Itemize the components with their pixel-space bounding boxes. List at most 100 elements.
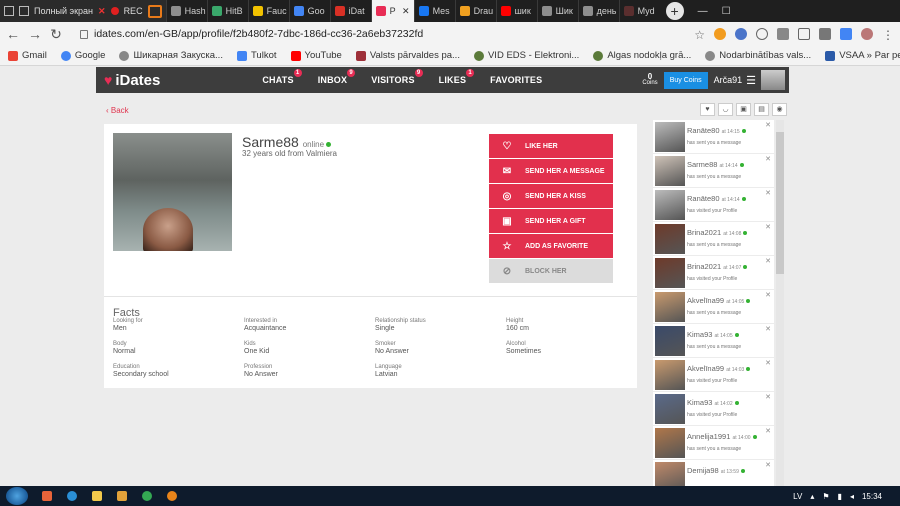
nav-chats[interactable]: CHATS 1	[250, 69, 305, 85]
bookmark-star-icon[interactable]: ☆	[694, 28, 705, 42]
notification-close-icon[interactable]: ✕	[765, 359, 771, 367]
notification-avatar[interactable]	[655, 428, 685, 458]
username[interactable]: Arča91	[714, 75, 743, 85]
add-as-favorite-button[interactable]: ☆ ADD AS FAVORITE	[489, 234, 613, 258]
browser-tab[interactable]: Goo	[288, 0, 330, 22]
notification-item[interactable]: Ranāte80 at 14:15 has sent you a message…	[653, 120, 774, 153]
browser-tab[interactable]: Fauc	[247, 0, 289, 22]
clock[interactable]: 15:34	[862, 492, 882, 501]
notification-avatar[interactable]	[655, 224, 685, 254]
browser-tab[interactable]: iDat	[329, 0, 371, 22]
forward-arrow-icon[interactable]: →	[28, 26, 42, 42]
notification-item[interactable]: Brina2021 at 14:08 has sent you a messag…	[653, 222, 774, 255]
notification-avatar[interactable]	[655, 292, 685, 322]
browser-tab[interactable]: день	[577, 0, 619, 22]
browser-tab[interactable]: Mes	[413, 0, 455, 22]
bookmark-algas[interactable]: Algas nodokļa grā...	[593, 50, 691, 61]
bookmark-nodarbinatibas[interactable]: Nodarbinātības vals...	[705, 50, 811, 61]
flag-icon[interactable]: ⚑	[822, 492, 829, 501]
extension-c-icon[interactable]	[714, 28, 726, 40]
reload-icon[interactable]: ↻	[50, 26, 62, 43]
nav-inbox[interactable]: INBOX 9	[306, 69, 360, 85]
url-field[interactable]: idates.com/en-GB/app/profile/f2b480f2-7d…	[80, 28, 423, 40]
notification-close-icon[interactable]: ✕	[765, 291, 771, 299]
search-extension-icon[interactable]	[756, 28, 768, 40]
filter-gift-icon[interactable]: ▣	[736, 103, 751, 116]
start-button[interactable]	[6, 487, 28, 505]
browser-tab[interactable]: Drau	[454, 0, 496, 22]
site-logo[interactable]: ♥ iDates	[104, 72, 160, 89]
bookmark-youtube[interactable]: YouTube	[290, 50, 342, 61]
filter-eye-icon[interactable]: ◉	[772, 103, 787, 116]
bookmark-vsaa[interactable]: VSAA » Par pensiju...	[825, 50, 900, 61]
back-link[interactable]: ‹ Back	[106, 106, 129, 115]
nav-likes[interactable]: LIKES 1	[427, 69, 479, 85]
notification-avatar[interactable]	[655, 360, 685, 390]
notification-item[interactable]: Demija98 at 13:59 ✕	[653, 460, 774, 486]
taskbar-explorer[interactable]	[86, 487, 108, 505]
filter-message-icon[interactable]: ▤	[754, 103, 769, 116]
notification-avatar[interactable]	[655, 258, 685, 288]
extension-square-icon[interactable]	[840, 28, 852, 40]
notification-item[interactable]: Brina2021 at 14:07 has visited your Prof…	[653, 256, 774, 289]
notification-close-icon[interactable]: ✕	[765, 223, 771, 231]
puzzle-icon[interactable]	[819, 28, 831, 40]
notification-item[interactable]: Kima93 at 14:02 has visited your Profile…	[653, 392, 774, 425]
notification-avatar[interactable]	[655, 326, 685, 356]
like-her-button[interactable]: ♡ LIKE HER	[489, 134, 613, 158]
block-her-button[interactable]: ⊘ BLOCK HER	[489, 259, 613, 283]
recorder-close-icon[interactable]: ✕	[98, 6, 106, 17]
recorder-stop-icon[interactable]	[147, 4, 162, 18]
notification-close-icon[interactable]: ✕	[765, 325, 771, 333]
browser-tab[interactable]: HitB	[206, 0, 248, 22]
taskbar-chrome[interactable]	[136, 487, 158, 505]
nav-favorites[interactable]: FAVORITES	[478, 75, 554, 85]
browser-tab[interactable]: шик	[495, 0, 537, 22]
notification-item[interactable]: Ranāte80 at 14:14 has visited your Profi…	[653, 188, 774, 221]
rec-label[interactable]: REC	[124, 6, 143, 16]
notification-item[interactable]: Kima93 at 14:05 has sent you a message ✕	[653, 324, 774, 357]
bookmark-zakuska[interactable]: Шикарная Закуска...	[119, 50, 223, 61]
back-arrow-icon[interactable]: ←	[6, 26, 20, 42]
send-her-a-kiss-button[interactable]: ◎ SEND HER A KISS	[489, 184, 613, 208]
browser-tab[interactable]: P ✕	[370, 0, 414, 22]
language-indicator[interactable]: LV	[793, 492, 802, 501]
send-her-a-gift-button[interactable]: ▣ SEND HER A GIFT	[489, 209, 613, 233]
notification-close-icon[interactable]: ✕	[765, 189, 771, 197]
volume-icon[interactable]: ◂	[850, 492, 854, 501]
notification-close-icon[interactable]: ✕	[765, 155, 771, 163]
notification-avatar[interactable]	[655, 190, 685, 220]
browser-tab[interactable]: Hash	[165, 0, 207, 22]
taskbar-app-1[interactable]	[36, 487, 58, 505]
maximize-icon[interactable]: ☐	[722, 6, 731, 17]
user-avatar[interactable]	[761, 70, 785, 90]
filter-heart-icon[interactable]: ♥	[700, 103, 715, 116]
browser-tab[interactable]: Myd	[618, 0, 660, 22]
notification-close-icon[interactable]: ✕	[765, 121, 771, 129]
bookmark-tulkot[interactable]: Tulkot	[236, 50, 277, 61]
new-tab-button[interactable]: +	[665, 2, 684, 20]
recorder-window-icon[interactable]	[19, 6, 29, 16]
notification-close-icon[interactable]: ✕	[765, 257, 771, 265]
filter-kiss-icon[interactable]: ◡	[718, 103, 733, 116]
hamburger-menu-icon[interactable]: ☰	[746, 74, 756, 87]
bookmark-gmail[interactable]: Gmail	[8, 50, 47, 61]
browser-tab[interactable]: Шик	[536, 0, 578, 22]
profile-avatar-icon[interactable]	[861, 28, 873, 40]
notification-item[interactable]: Akvelīna99 at 14:05 has sent you a messa…	[653, 290, 774, 323]
taskbar-media[interactable]	[111, 487, 133, 505]
browser-menu-icon[interactable]: ⋮	[882, 28, 894, 42]
send-her-a-message-button[interactable]: ✉ SEND HER A MESSAGE	[489, 159, 613, 183]
recorder-mode-label[interactable]: Полный экран	[34, 6, 93, 16]
notification-avatar[interactable]	[655, 394, 685, 424]
tray-arrow-icon[interactable]: ▴	[810, 492, 814, 501]
nav-visitors[interactable]: VISITORS 9	[359, 69, 426, 85]
bookmark-google[interactable]: Google	[60, 50, 105, 61]
extension-gray-icon[interactable]	[777, 28, 789, 40]
extension-blue-icon[interactable]	[735, 28, 747, 40]
network-icon[interactable]: ▮	[838, 492, 842, 501]
notification-close-icon[interactable]: ✕	[765, 461, 771, 469]
recorder-menu-icon[interactable]	[4, 6, 14, 16]
notification-close-icon[interactable]: ✕	[765, 427, 771, 435]
home-icon[interactable]	[798, 28, 810, 40]
